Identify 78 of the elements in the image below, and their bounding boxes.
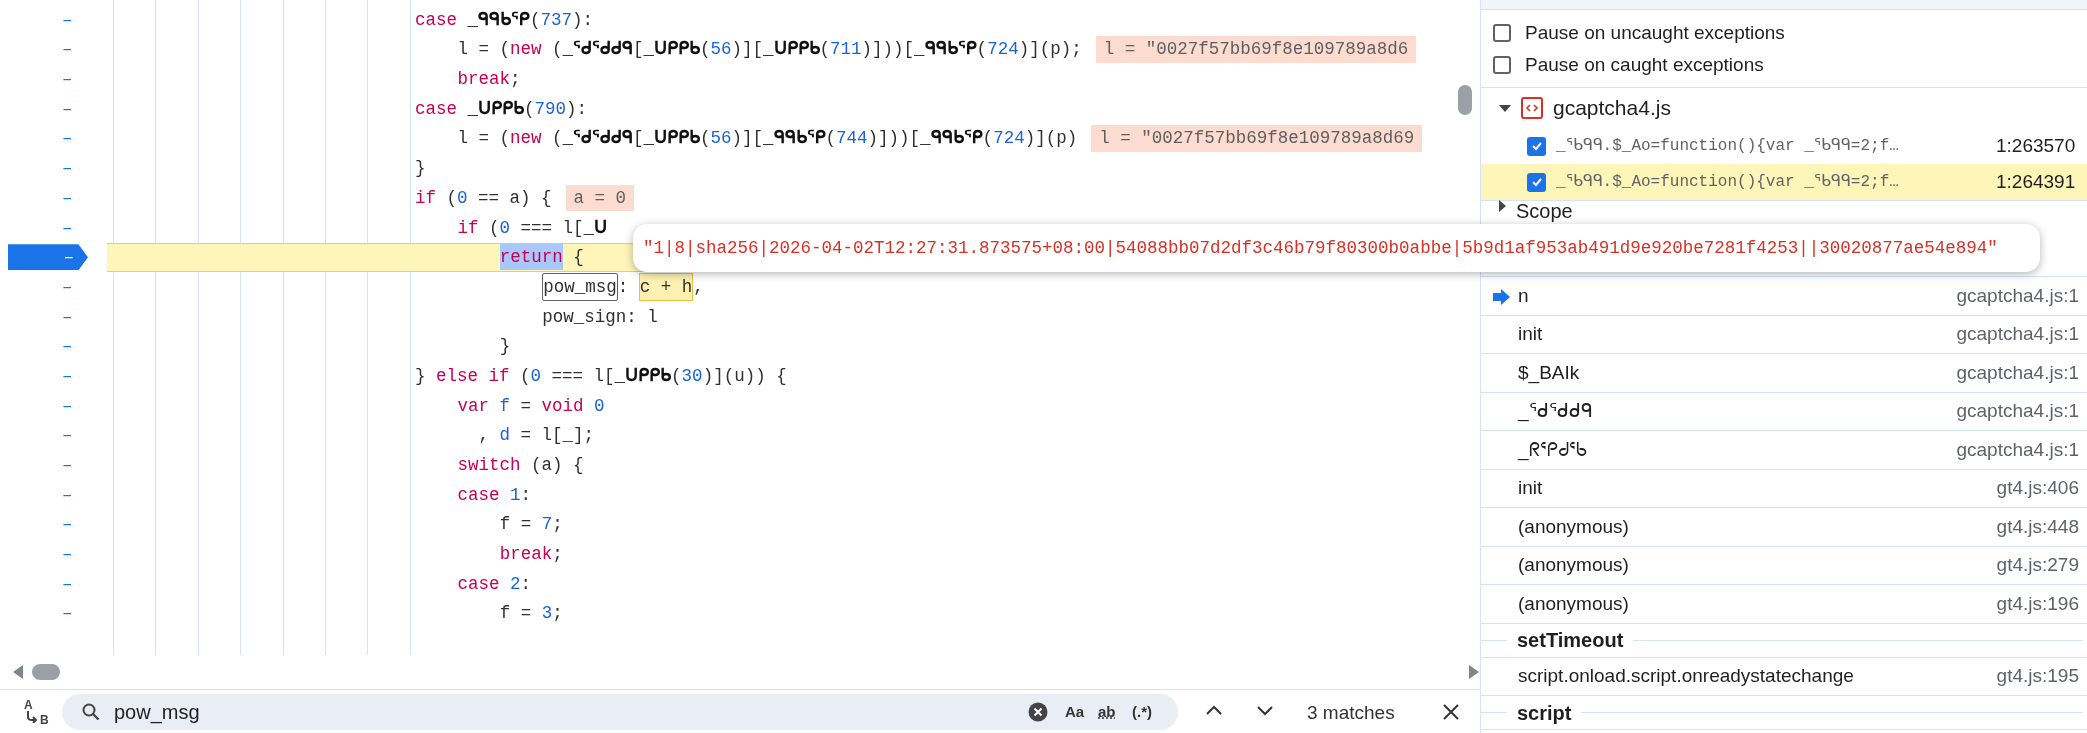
- code-text: } else if (0 === l[_ᑌᑭᑭᑲ(30)](u)) {: [415, 364, 787, 388]
- inline-value: a = 0: [565, 184, 635, 212]
- checkbox[interactable]: [1527, 172, 1546, 192]
- code-text: break;: [457, 68, 521, 92]
- checkbox[interactable]: [1493, 56, 1511, 74]
- current-frame-arrow-icon: [1493, 289, 1511, 305]
- call-frame-row[interactable]: init gt4.js:406: [1481, 469, 2087, 508]
- selected-text: return: [499, 244, 563, 271]
- match-count: 3 matches: [1307, 701, 1395, 725]
- code-text: var f = void 0: [457, 394, 605, 418]
- code-text: switch (a) {: [457, 454, 584, 478]
- expand-triangle-icon[interactable]: [1499, 104, 1511, 112]
- code-text: f = 3;: [499, 602, 563, 626]
- file-name: gcaptcha4.js: [1553, 95, 1671, 122]
- scroll-right-icon[interactable]: [1468, 664, 1480, 680]
- code-text: case _ᑫᑫᑲᕿ(737):: [415, 8, 594, 32]
- code-text: case 1:: [457, 483, 531, 507]
- section-header[interactable]: Scope: [1516, 200, 1573, 222]
- code-text: pow_sign: l: [542, 305, 658, 329]
- breakpoint-code: _ᕐᑲᑫᑫ.$_Ao=function(){var _ᕐᑲᑫᑫ=2;f…: [1556, 136, 1900, 157]
- checkbox-label: Pause on uncaught exceptions: [1525, 20, 1785, 45]
- call-frame-row[interactable]: (anonymous) gt4.js:196: [1481, 585, 2087, 624]
- code-text: }: [499, 335, 511, 359]
- code-text: f = 7;: [499, 513, 563, 537]
- code-text: l = (new (_ᕐᑯᕐᑯᑯᑫ[_ᑌᑭᑭᑲ(56)][_ᑫᑫᑲᕿ(744)]))[_ᑫᑫᑲᕿ(724)](p): [457, 127, 1078, 151]
- call-frame-row[interactable]: _ᖇᕐᑭᑯᕐᑲ gcaptcha4.js:1: [1481, 431, 2087, 470]
- call-frame-row[interactable]: script.onload.script.onreadystatechange gt4.js:195: [1481, 657, 2087, 696]
- code-text: case _ᑌᑭᑭᑲ(790):: [415, 97, 588, 121]
- checkbox-label: Pause on caught exceptions: [1525, 52, 1764, 77]
- scroll-left-icon[interactable]: [12, 664, 24, 680]
- execution-marker: –: [8, 244, 88, 271]
- whole-word-toggle[interactable]: ab: [1098, 701, 1116, 724]
- close-icon[interactable]: [1442, 703, 1460, 721]
- breakpoint-location: 1:263570: [1996, 133, 2076, 158]
- code-text: :: [617, 275, 630, 299]
- value-tooltip: "1|8|sha256|2026-04-02T12:27:31.873575+08:00|54088bb07d2df3c46b79f80300b0abbe|5b9d1af953ab491d9e920be7281f4253||30020877ae54e894": [633, 224, 2040, 272]
- call-frame-row[interactable]: $_BAIk gcaptcha4.js:1: [1481, 354, 2087, 393]
- code-text: l = (new (_ᕐᑯᕐᑯᑯᑫ[_ᑌᑭᑭᑲ(56)][_ᑌᑭᑭᑲ(711)]))[_ᑫᑫᑲᕿ(724)](p);: [457, 38, 1082, 62]
- arrow-icon: [26, 711, 38, 723]
- match-case-toggle[interactable]: Aa: [1065, 701, 1085, 724]
- regex-toggle[interactable]: (.*): [1132, 701, 1152, 724]
- code-text: case 2:: [457, 572, 531, 596]
- scrollbar-thumb[interactable]: [32, 664, 60, 680]
- checkbox[interactable]: [1493, 24, 1511, 42]
- code-text: break;: [499, 543, 563, 567]
- scrollbar-thumb[interactable]: [1458, 85, 1472, 115]
- checkbox[interactable]: [1527, 136, 1546, 156]
- clear-icon[interactable]: [1028, 702, 1048, 722]
- previous-match-icon[interactable]: [1205, 704, 1223, 716]
- inline-value: l = "0027f57bb69f8e109789a8d69: [1091, 125, 1423, 152]
- code-text: }: [415, 157, 426, 181]
- code-text: {: [572, 246, 584, 270]
- async-boundary-label: script: [1517, 700, 1572, 726]
- call-frame-row[interactable]: (anonymous) gt4.js:279: [1481, 546, 2087, 585]
- replace-toggle[interactable]: A B: [22, 696, 52, 728]
- call-frame-row[interactable]: n gcaptcha4.js:1: [1481, 277, 2087, 316]
- next-match-icon[interactable]: [1256, 705, 1274, 717]
- code-text: ,: [693, 275, 704, 299]
- script-file-icon: [1521, 97, 1543, 119]
- hovered-expression: c + h: [638, 272, 694, 302]
- breakpoint-location: 1:264391: [1996, 169, 2076, 194]
- inline-value: l = "0027f57bb69f8e109789a8d6: [1095, 36, 1417, 63]
- checkmark-icon: [1530, 140, 1543, 152]
- code-text: if (0 === l[_ᑌ: [457, 216, 607, 240]
- call-frame-row[interactable]: _ᕐᑯᕐᑯᑯᑫ gcaptcha4.js:1: [1481, 392, 2087, 431]
- code-text: , d = l[_];: [477, 424, 594, 448]
- call-frame-row[interactable]: init gcaptcha4.js:1: [1481, 315, 2087, 354]
- checkmark-icon: [1530, 176, 1543, 188]
- expand-triangle-icon[interactable]: [1499, 200, 1506, 212]
- code-text: if (0 == a) {: [415, 186, 552, 210]
- breakpoint-code: _ᕐᑲᑫᑫ.$_Ao=function(){var _ᕐᑲᑫᑫ=2;f…: [1556, 172, 1900, 193]
- breakpoint-row[interactable]: _ᕐᑲᑫᑫ.$_Ao=function(){var _ᕐᑲᑫᑫ=2;f… 1:264391: [1481, 164, 2087, 200]
- async-boundary-label: setTimeout: [1517, 628, 1624, 653]
- breakpoint-row[interactable]: _ᕐᑲᑫᑫ.$_Ao=function(){var _ᕐᑲᑫᑫ=2;f… 1:263570: [1481, 128, 2087, 164]
- search-field[interactable]: pow_msg Aa ab (.*): [62, 694, 1178, 730]
- search-match: pow_msg: [542, 272, 618, 302]
- search-icon: [82, 703, 100, 721]
- call-frame-row[interactable]: (anonymous) gt4.js:448: [1481, 508, 2087, 547]
